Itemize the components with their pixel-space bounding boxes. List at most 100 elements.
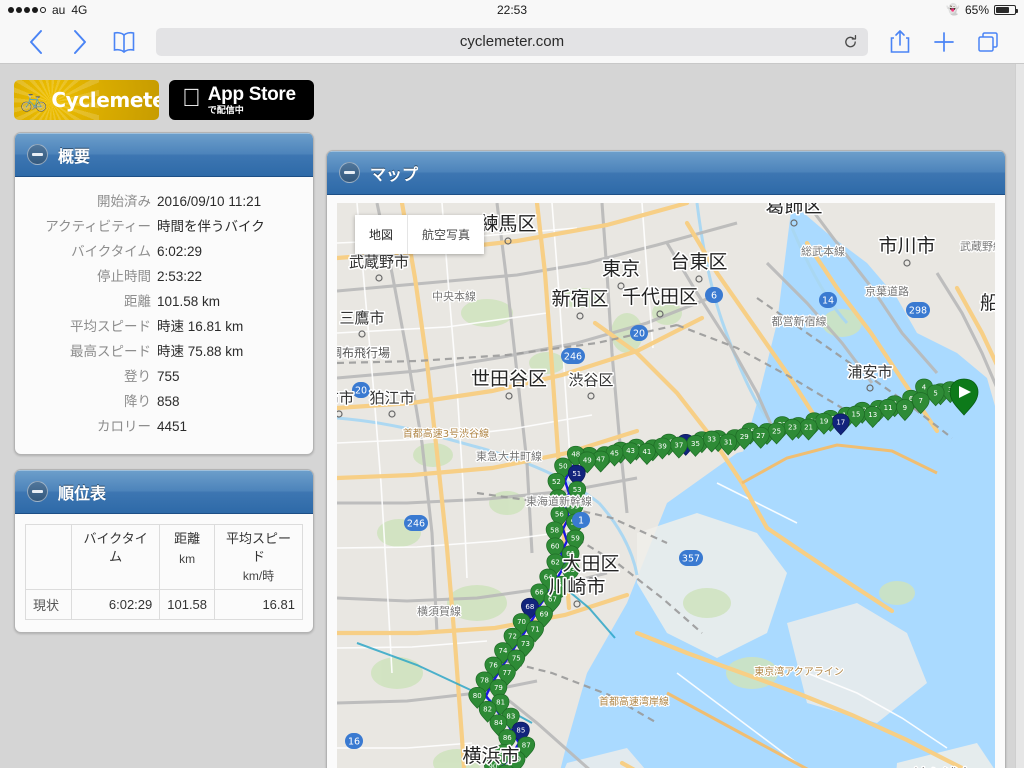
place-label: 横浜市 [462,745,519,767]
svg-text:82: 82 [483,706,492,714]
svg-text:27: 27 [756,432,765,440]
highway-name-label: 首都高速湾岸線 [599,695,669,708]
app-store-text: App Store で配信中 [208,85,296,115]
bluetooth-icon: 👻 [946,3,960,16]
summary-value: 4451 [157,419,188,434]
place-label: 市川市 [878,235,935,257]
summary-row: バイクタイム 6:02:29 [19,240,299,260]
summary-label: バイクタイム [71,244,151,259]
summary-label: 降り [124,394,151,409]
map-panel-title: マップ [370,166,419,184]
place-label: 千代田区 [622,286,698,308]
summary-rows: 開始済み 2016/09/10 11:21 アクティビティー 時間を伴うバイク バイクタ… [15,177,313,454]
svg-text:62: 62 [551,558,560,566]
table-column-header: 距離 km [159,523,216,591]
safari-toolbar: cyclemeter.com [0,20,1024,64]
bicycle-icon: 🚲 [20,87,48,112]
route-shield: 6 [705,287,723,303]
map-panel-header[interactable]: マップ [327,151,1005,195]
svg-text:43: 43 [626,447,635,455]
summary-panel-title: 概要 [58,148,91,166]
summary-label: 開始済み [97,194,151,209]
column-label: 距離 [174,531,201,546]
svg-text:47: 47 [596,456,605,464]
tabs-button[interactable] [966,24,1010,60]
cyclemeter-logo[interactable]: 🚲 Cyclemeter [14,80,159,120]
svg-text:66: 66 [535,588,544,596]
url-text: cyclemeter.com [459,33,565,50]
place-label: 川崎市 [548,576,605,598]
rail-line-label: 東急大井町線 [476,449,542,463]
svg-text:39: 39 [658,442,667,450]
place-label: 船橋 [980,292,995,314]
svg-text:4: 4 [922,384,927,392]
place-label: 台東区 [670,251,727,273]
ranking-table-head: バイクタイム 距離 km 平均スピード km/時 [25,523,303,591]
svg-text:87: 87 [522,741,531,749]
route-shield-number: 16 [348,737,360,748]
forward-button[interactable] [58,24,102,60]
map-type-satellite[interactable]: 航空写真 [408,215,484,254]
place-label: 調布飛行場 [337,346,390,360]
place-label: 布市 [337,389,354,407]
svg-text:52: 52 [552,478,561,486]
summary-row: 最高スピード 時速 75.88 km [19,340,299,360]
minus-circle-icon[interactable] [27,144,48,165]
route-shield-number: 1 [578,516,584,527]
minus-circle-icon[interactable] [339,162,360,183]
share-button[interactable] [878,24,922,60]
rail-line-label: 横須賀線 [417,604,461,618]
svg-text:19: 19 [819,418,828,426]
table-row: 現状 6:02:29 101.58 16.81 [25,589,303,621]
map-canvas[interactable]: 地図 航空写真 4 5 6 7 9 11 13 15 17 19 21 23 2… [337,203,995,768]
summary-value: 時速 16.81 km [157,319,244,334]
page-scrollbar[interactable] [1015,64,1024,768]
summary-value: 2016/09/10 11:21 [157,194,262,209]
place-label: 狛江市 [369,389,414,407]
summary-panel-header[interactable]: 概要 [15,133,313,177]
route-shield-number: 246 [564,352,582,363]
back-button[interactable] [14,24,58,60]
route-shield-number: 6 [711,291,717,302]
bookmarks-button[interactable] [102,24,146,60]
battery-icon [994,5,1018,15]
table-column-header [25,523,72,591]
new-tab-button[interactable] [922,24,966,60]
cyclemeter-wordmark: Cyclemeter [51,88,159,112]
reload-icon[interactable] [843,34,858,49]
summary-value: 2:53:22 [157,269,203,284]
summary-label: 最高スピード [70,344,151,359]
app-store-badge[interactable]:  App Store で配信中 [168,80,314,120]
app-store-label: App Store [188,84,296,105]
svg-text:17: 17 [836,418,845,426]
place-label: 渋谷区 [568,371,613,389]
summary-label: カロリー [97,419,151,434]
place-label: 武蔵野市 [349,253,409,271]
svg-text:23: 23 [788,424,797,432]
row-label: 現状 [25,589,72,621]
svg-text:25: 25 [772,427,781,435]
svg-text:77: 77 [502,669,511,677]
highway-name-label: 東京湾アクアライン [754,665,844,678]
svg-text:69: 69 [540,611,549,619]
svg-text:45: 45 [610,449,619,457]
minus-circle-icon[interactable] [27,481,48,502]
svg-text:51: 51 [572,470,581,478]
svg-text:78: 78 [480,676,489,684]
cell-avg-speed: 16.81 [214,589,303,621]
summary-panel: 概要 開始済み 2016/09/10 11:21 アクティビティー 時間を伴うバイクバ… [14,132,314,455]
map-type-control[interactable]: 地図 航空写真 [355,215,485,254]
place-label: 大田区 [562,553,619,575]
svg-text:41: 41 [642,448,651,456]
route-shield-number: 14 [822,296,834,307]
map-type-roadmap[interactable]: 地図 [355,215,409,254]
place-label: 世田谷区 [471,368,547,390]
svg-text:7: 7 [918,397,922,405]
address-bar[interactable]: cyclemeter.com [156,27,868,56]
app-store-sublabel: で配信中 [188,105,244,115]
map-panel: マップ 地図 航空写真 4 5 6 7 9 11 13 15 17 19 21 … [326,150,1006,768]
svg-text:60: 60 [551,542,560,550]
place-label: 練馬区 [479,213,536,235]
svg-text:80: 80 [473,692,482,700]
ranking-panel-header[interactable]: 順位表 [15,470,313,514]
